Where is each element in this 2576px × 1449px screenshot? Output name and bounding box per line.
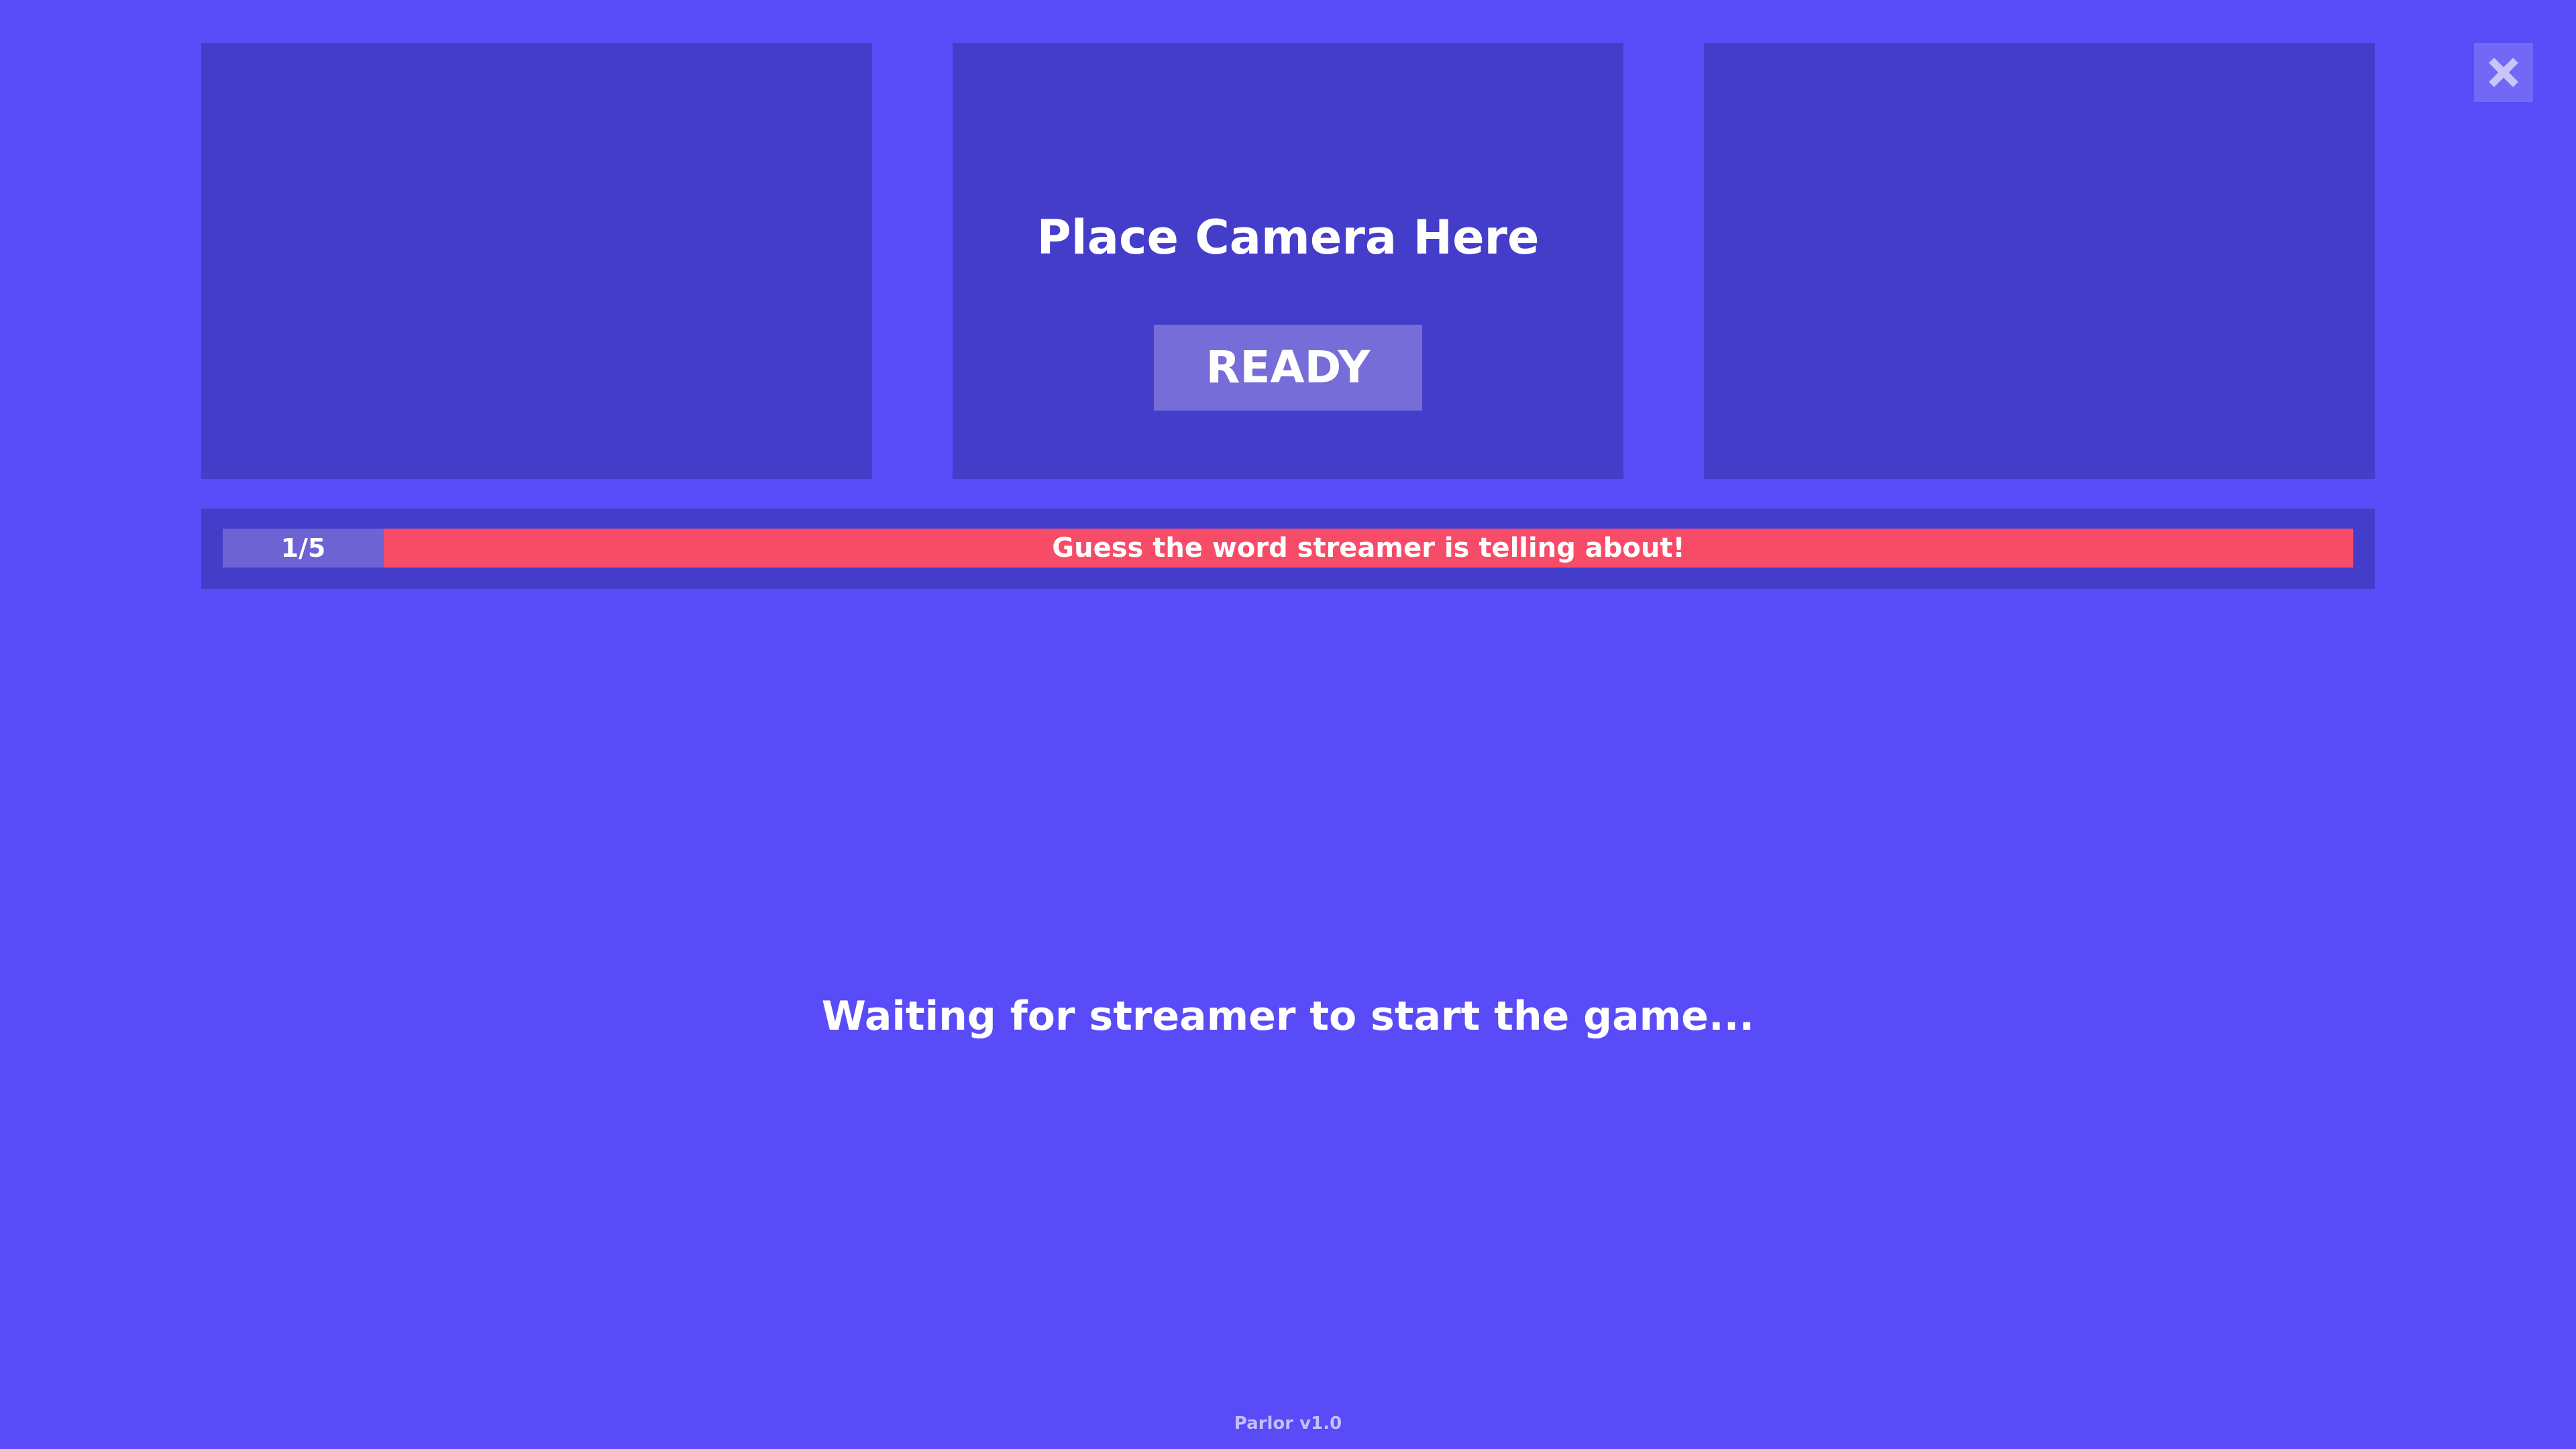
player-panel-right [1704,43,2375,479]
version-label: Parlor v1.0 [1234,1413,1342,1434]
camera-placeholder-title: Place Camera Here [1036,210,1540,265]
camera-panel: Place Camera Here READY [953,43,1623,479]
round-counter: 1/5 [223,529,384,568]
game-screen: Place Camera Here READY 1/5 Guess the wo… [0,0,2576,1449]
round-info-bar: 1/5 Guess the word streamer is telling a… [201,508,2375,589]
player-panel-left [201,43,872,479]
prompt-banner: Guess the word streamer is telling about… [384,529,2353,568]
close-button[interactable] [2474,43,2533,102]
ready-button[interactable]: READY [1154,325,1422,411]
close-icon [2486,55,2521,90]
waiting-message: Waiting for streamer to start the game..… [821,993,1755,1040]
